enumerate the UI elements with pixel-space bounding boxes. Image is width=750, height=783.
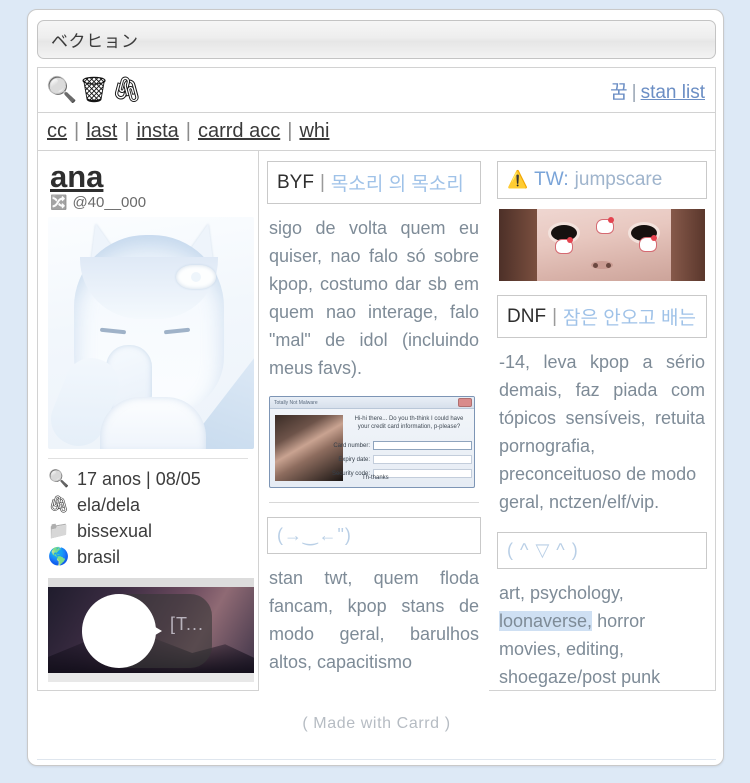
profile-info-list: 🔍 17 anos | 08/05 🖇 ela/dela 📁 bissexual…: [48, 466, 250, 570]
tw-image-nose: [591, 261, 613, 269]
globe-icon: 🌎: [48, 547, 70, 566]
info-country: brasil: [77, 547, 121, 567]
hello-kitty-sticker-icon: [596, 217, 614, 234]
tw-header: ⚠️ TW: jumpscare: [497, 161, 707, 199]
window-title-bar: ベクヒョン: [37, 20, 716, 59]
tw-value: jumpscare: [574, 169, 663, 190]
warning-icon: ⚠️: [507, 170, 529, 189]
shuffle-icon: 🔀: [50, 194, 68, 210]
byf-header: BYF | 목소리 의 목소리: [267, 161, 481, 204]
tw-image-hair-right: [671, 209, 705, 281]
paperclip-icon[interactable]: 🖇: [111, 77, 143, 103]
byf-body: sigo de volta quem eu quiser, nao falo s…: [269, 218, 479, 378]
fake-malware-popup: Totally Not Malware Hi-hi there... Do yo…: [269, 396, 475, 488]
carrd-page: ベクヒョン 🔍 🗑 🖇 꿈 | stan list cc | last | inst…: [27, 9, 724, 766]
avatar: [48, 217, 254, 449]
hello-kitty-sticker-icon: [555, 237, 573, 254]
info-age-birthday: 17 anos | 08/05: [77, 469, 201, 489]
avatar-dress: [100, 397, 206, 449]
byf-column: BYF | 목소리 의 목소리 sigo de volta quem eu qu…: [259, 151, 489, 691]
likes-highlighted-item: loonaverse,: [499, 611, 593, 631]
tw-dnf-column: ⚠️ TW: jumpscare DNF | 잠은 안오고 배는 -14, le…: [489, 151, 716, 691]
list-item: 🔍 17 anos | 08/05: [48, 466, 250, 492]
nav-link-carrd-acc[interactable]: carrd acc: [198, 120, 280, 143]
nav-separator: |: [185, 120, 191, 142]
card-number-label: Card number:: [333, 442, 370, 449]
dnf-body-line1: -14, leva kpop a sério demais, faz piada…: [499, 352, 705, 456]
play-icon[interactable]: [130, 612, 162, 650]
toolbar-separator: |: [631, 81, 637, 103]
profile-handle-row: 🔀 @40__000: [50, 194, 250, 211]
nav-separator: |: [124, 120, 130, 142]
dnf-body-line2: preconceituoso de modo geral, nctzen/elf…: [499, 464, 697, 512]
footer: ( Made with Carrd ): [37, 691, 716, 757]
toolbar-right-links: 꿈 | stan list: [610, 77, 705, 104]
info-pronouns: ela/dela: [77, 495, 141, 515]
nav-separator: |: [74, 120, 80, 142]
likes-header: ( ^ ▽ ^ ): [497, 532, 707, 569]
likes-body: art, psychology, loonaverse, horror movi…: [499, 579, 705, 691]
byf-title: BYF: [277, 171, 314, 193]
wastebasket-icon[interactable]: 🗑: [78, 77, 110, 103]
list-item: 📁 bissexual: [48, 518, 250, 544]
nav-links-row: cc | last | insta | carrd acc | whi: [37, 113, 716, 151]
popup-field-row: Card number:: [318, 441, 472, 450]
byf-separator: |: [319, 171, 325, 193]
folder-icon: 📁: [48, 521, 70, 540]
magnifier-icon: 🔍: [48, 469, 70, 488]
info-sexuality: bissexual: [77, 521, 153, 541]
video-title-text: [T...: [170, 614, 205, 634]
tw-label: TW:: [534, 169, 569, 190]
dni-header: (→‿←"): [267, 517, 481, 554]
nav-link-last[interactable]: last: [86, 120, 117, 143]
likes-items-before: art, psychology,: [499, 583, 624, 603]
hello-kitty-sticker-icon: [639, 235, 657, 252]
footer-divider: [37, 759, 716, 760]
dream-label[interactable]: 꿈: [610, 82, 627, 103]
dnf-title: DNF: [507, 305, 547, 327]
tw-image: [499, 209, 705, 281]
close-icon[interactable]: [458, 398, 472, 407]
content-columns: ana 🔀 @40__000 🔍 17 anos | 08/05 🖇 ela/d…: [37, 151, 716, 691]
dni-kaomoji: (→‿←"): [277, 525, 352, 545]
dnf-separator: |: [552, 305, 557, 327]
profile-handle: @40__000: [72, 194, 147, 211]
card-number-input[interactable]: [373, 441, 472, 450]
tw-image-hair-left: [499, 209, 537, 281]
top-toolbar: 🔍 🗑 🖇 꿈 | stan list: [37, 67, 716, 113]
expiry-date-input[interactable]: [373, 455, 472, 464]
popup-message: Hi-hi there... Do you th-think I could h…: [354, 416, 464, 430]
avatar-bow: [176, 265, 216, 289]
profile-name: ana: [50, 159, 104, 194]
video-top-bar: [48, 578, 254, 587]
popup-field-row: Security code:: [318, 469, 472, 478]
dni-body: stan twt, quem floda fancam, kpop stans …: [269, 568, 479, 672]
nav-link-insta[interactable]: insta: [137, 120, 179, 143]
dnf-header: DNF | 잠은 안오고 배는: [497, 295, 707, 338]
divider: [269, 502, 479, 503]
list-item: 🖇 ela/dela: [48, 492, 250, 518]
likes-kaomoji: ( ^ ▽ ^ ): [507, 540, 579, 560]
list-item: 🌎 brasil: [48, 544, 250, 570]
expiry-date-label: Expiry date:: [338, 456, 370, 463]
profile-column: ana 🔀 @40__000 🔍 17 anos | 08/05 🖇 ela/d…: [37, 151, 259, 691]
popup-field-row: Expiry date:: [318, 455, 472, 464]
paperclip-icon: 🖇: [48, 495, 70, 514]
th-thanks-button[interactable]: Th-thanks: [362, 475, 389, 481]
divider: [48, 458, 248, 459]
video-bottom-bar: [48, 673, 254, 682]
toolbar-icon-group: 🔍 🗑 🖇: [46, 77, 143, 103]
popup-title: Totally Not Malware: [270, 397, 474, 409]
window-title: ベクヒョン: [51, 32, 139, 51]
made-with-carrd-label: ( Made with Carrd ): [302, 715, 451, 732]
byf-subtitle: 목소리 의 목소리: [330, 174, 464, 195]
stan-list-link[interactable]: stan list: [641, 82, 705, 103]
nav-link-cc[interactable]: cc: [47, 120, 67, 143]
dnf-subtitle: 잠은 안오고 배는: [563, 308, 696, 329]
dnf-section: DNF | 잠은 안오고 배는 -14, leva kpop a sério d…: [497, 295, 707, 516]
search-icon[interactable]: 🔍: [46, 77, 77, 103]
video-player[interactable]: [T...: [48, 578, 254, 682]
nav-link-whi[interactable]: whi: [299, 120, 329, 143]
nav-separator: |: [287, 120, 293, 142]
